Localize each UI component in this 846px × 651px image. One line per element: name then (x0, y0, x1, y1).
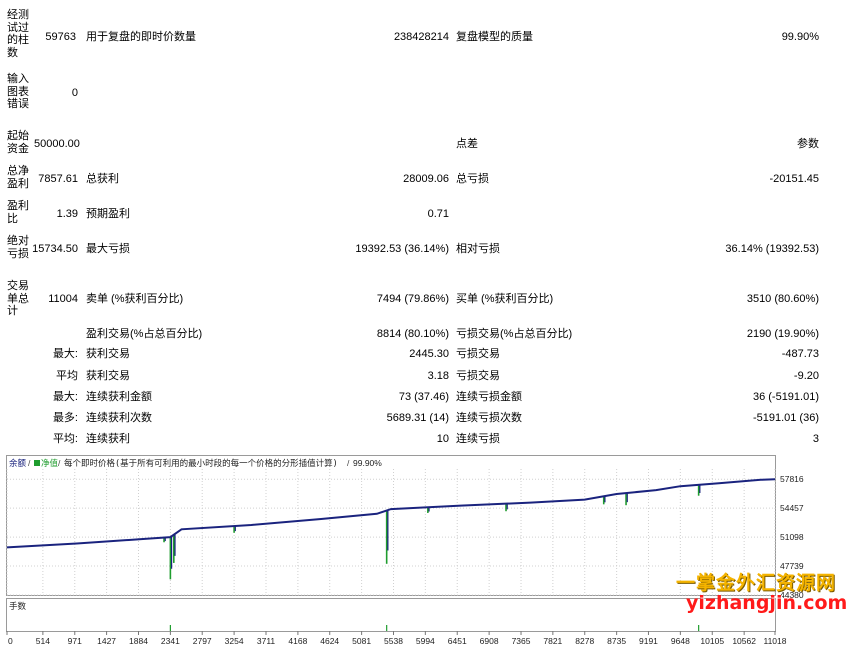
largest-profit-value: 2445.30 (409, 348, 449, 360)
largest-loss-label: 亏损交易 (456, 348, 500, 360)
maximal-consecutive-label: 最多: (52, 412, 78, 424)
chart-errors-value: 0 (71, 87, 78, 99)
short-positions-value: 7494 (79.86%) (376, 293, 449, 305)
x-tick-label: 514 (36, 636, 50, 646)
x-tick-label: 8735 (607, 636, 626, 646)
avg-consecutive-losses-value: 3 (812, 433, 819, 445)
watermark-chinese: 一掌金外汇资源网 (676, 572, 837, 594)
modelling-quality-label: 复盘模型的质量 (456, 31, 533, 43)
x-tick-label: 6908 (480, 636, 499, 646)
relative-drawdown-value: 36.14% (19392.53) (725, 243, 819, 255)
average-label: 平均 (56, 370, 78, 382)
total-trades-value: 11004 (48, 293, 78, 305)
expected-payoff-value: 0.71 (427, 208, 449, 220)
volume-plot-frame (6, 598, 776, 632)
bars-tested-value: 59763 (45, 31, 76, 43)
avg-consecutive-label: 平均: (52, 433, 78, 445)
balance-chart: 余额 / 净值 / 每个即时价格(基于所有可利用的最小时段的每一个价格的分形插值… (6, 455, 840, 647)
y-tick-label: 51098 (780, 532, 804, 542)
spread-label: 点差 (456, 138, 478, 150)
x-tick-label: 8278 (575, 636, 594, 646)
volume-label: 手数 (9, 601, 27, 611)
average-loss-value: -9.20 (793, 370, 819, 382)
profit-trades-label: 盈利交易(%占总百分比) (86, 328, 203, 340)
x-tick-label: 10562 (732, 636, 756, 646)
maximal-consecutive-loss-value: -5191.01 (36) (752, 412, 819, 424)
x-tick-label: 3254 (225, 636, 244, 646)
maximal-drawdown-value: 19392.53 (36.14%) (355, 243, 449, 255)
initial-deposit-value: 50000.00 (34, 138, 80, 150)
y-tick-label: 54457 (780, 503, 804, 513)
long-positions-value: 3510 (80.60%) (746, 293, 819, 305)
maximal-consecutive-loss-label: 连续亏损次数 (456, 412, 522, 424)
maximal-consecutive-profit-value: 5689.31 (14) (386, 412, 449, 424)
gross-loss-value: -20151.45 (769, 173, 819, 185)
max-consecutive-label: 最大: (52, 391, 78, 403)
max-consecutive-losses-value: 36 (-5191.01) (752, 391, 819, 403)
chart-header: 余额 / 净值 / 每个即时价格(基于所有可利用的最小时段的每一个价格的分形插值… (9, 458, 382, 469)
x-axis: 0 514 971 1427 1884 2341 2797 3254 3711 4168 4624 5… (6, 631, 787, 646)
profit-factor-value: 1.39 (56, 208, 78, 220)
chart-quality: 99.90% (353, 458, 382, 468)
x-tick-label: 6451 (448, 636, 467, 646)
loss-trades-label: 亏损交易(%占总百分比) (456, 328, 573, 340)
y-tick-label: 57816 (780, 474, 804, 484)
short-positions-label: 卖单 (%获利百分比) (86, 293, 184, 305)
modelling-quality-value: 99.90% (781, 31, 819, 43)
x-tick-label: 9648 (671, 636, 690, 646)
profit-trades-value: 8814 (80.10%) (376, 328, 449, 340)
main-plot-frame (6, 455, 776, 596)
gross-loss-label: 总亏损 (456, 173, 489, 185)
x-tick-label: 5994 (416, 636, 435, 646)
x-tick-label: 9191 (639, 636, 658, 646)
x-tick-label: 1884 (129, 636, 148, 646)
chart-description: 每个即时价格(基于所有可利用的最小时段的每一个价格的分形插值计算) (64, 458, 338, 469)
x-tick-label: 1427 (97, 636, 116, 646)
max-consecutive-wins-label: 连续获利金额 (86, 391, 152, 403)
ticks-modelled-label: 用于复盘的即时价数量 (86, 31, 196, 43)
ticks-modelled-value: 238428214 (393, 31, 449, 43)
x-tick-label: 971 (68, 636, 82, 646)
loss-trades-value: 2190 (19.90%) (746, 328, 819, 340)
x-tick-label: 5538 (384, 636, 403, 646)
net-profit-value: 7857.61 (38, 173, 78, 185)
relative-drawdown-label: 相对亏损 (456, 243, 500, 255)
x-tick-label: 10105 (700, 636, 724, 646)
avg-consecutive-wins-value: 10 (436, 433, 449, 445)
equity-legend: 净值 (41, 458, 59, 469)
x-tick-label: 7365 (512, 636, 531, 646)
x-tick-label: 2797 (193, 636, 212, 646)
x-tick-label: 5081 (352, 636, 371, 646)
maximal-drawdown-label: 最大亏损 (86, 243, 130, 255)
average-profit-value: 3.18 (427, 370, 449, 382)
absolute-drawdown-value: 15734.50 (32, 243, 78, 255)
x-tick-label: 2341 (161, 636, 180, 646)
expected-payoff-label: 预期盈利 (86, 208, 130, 220)
x-tick-label: 7821 (543, 636, 562, 646)
average-loss-label: 亏损交易 (456, 370, 500, 382)
largest-label: 最大: (52, 348, 78, 360)
balance-chart-svg: 余额 / 净值 / 每个即时价格(基于所有可利用的最小时段的每一个价格的分形插值… (6, 455, 804, 646)
spread-value: 参数 (797, 138, 819, 150)
x-tick-label: 3711 (257, 636, 276, 646)
initial-deposit-label: 起始资金 (7, 130, 29, 155)
equity-legend-marker (34, 460, 40, 466)
avg-consecutive-wins-label: 连续获利 (86, 433, 130, 445)
x-tick-label: 0 (8, 636, 13, 646)
balance-legend: 余额 (9, 458, 27, 469)
max-consecutive-wins-value: 73 (37.46) (398, 391, 449, 403)
x-tick-label: 4624 (320, 636, 339, 646)
avg-consecutive-losses-label: 连续亏损 (456, 433, 500, 445)
x-tick-label: 4168 (288, 636, 307, 646)
long-positions-label: 买单 (%获利百分比) (456, 293, 554, 305)
largest-loss-value: -487.73 (781, 348, 819, 360)
gross-profit-label: 总获利 (86, 173, 119, 185)
watermark-url: yizhangjin.com (686, 592, 846, 614)
max-consecutive-losses-label: 连续亏损金额 (456, 391, 522, 403)
largest-profit-label: 获利交易 (86, 348, 130, 360)
x-tick-label: 11018 (763, 636, 786, 646)
average-profit-label: 获利交易 (86, 370, 130, 382)
gross-profit-value: 28009.06 (403, 173, 449, 185)
maximal-consecutive-profit-label: 连续获利次数 (86, 412, 152, 424)
